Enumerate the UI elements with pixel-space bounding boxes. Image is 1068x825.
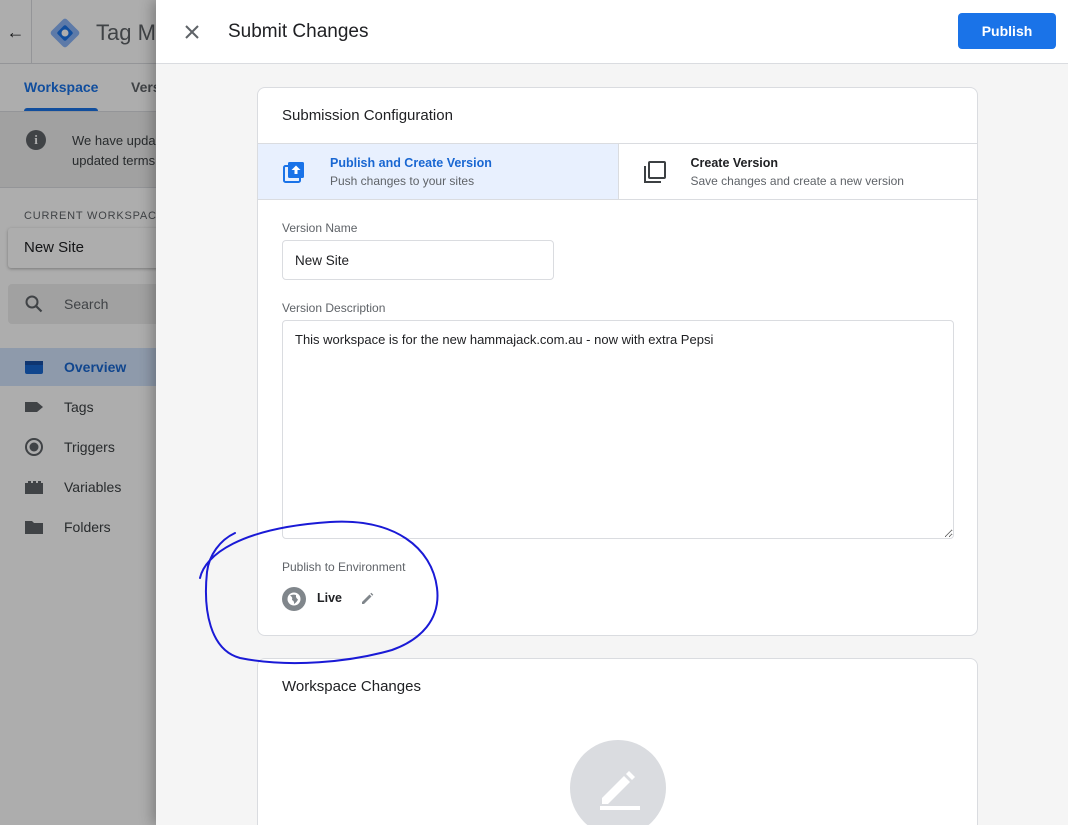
publish-upload-icon [283,162,304,183]
publish-environment-label: Publish to Environment [282,560,406,574]
pencil-edit-icon [600,771,640,810]
close-icon[interactable] [178,18,206,46]
workspace-changes-title: Workspace Changes [282,678,421,695]
submission-configuration-card: Submission Configuration Publish and Cre… [257,87,978,636]
version-description-label: Version Description [282,301,386,315]
version-name-label: Version Name [282,221,358,235]
version-name-input[interactable] [282,240,554,280]
version-copy-icon [643,161,666,183]
workspace-changes-card: Workspace Changes [257,658,978,825]
empty-state-illustration [570,740,666,825]
panel-title: Submit Changes [228,21,369,42]
publish-button[interactable]: Publish [958,13,1056,49]
option-subtitle: Save changes and create a new version [690,174,904,188]
submission-options: Publish and Create Version Push changes … [258,143,977,200]
option-title: Create Version [690,156,779,170]
environment-selector: Live [282,587,402,611]
environment-name: Live [317,591,343,605]
submit-changes-panel: Submit Changes Publish Submission Config… [156,0,1068,825]
pencil-edit-icon[interactable] [359,591,375,607]
option-publish-and-create-version[interactable]: Publish and Create Version Push changes … [258,144,618,199]
panel-header: Submit Changes Publish [156,0,1068,64]
globe-icon [282,587,306,611]
option-subtitle: Push changes to your sites [330,174,475,188]
version-description-textarea[interactable]: This workspace is for the new hammajack.… [282,320,954,539]
option-title: Publish and Create Version [330,156,492,170]
submission-configuration-title: Submission Configuration [282,107,453,124]
option-create-version[interactable]: Create Version Save changes and create a… [617,144,978,199]
